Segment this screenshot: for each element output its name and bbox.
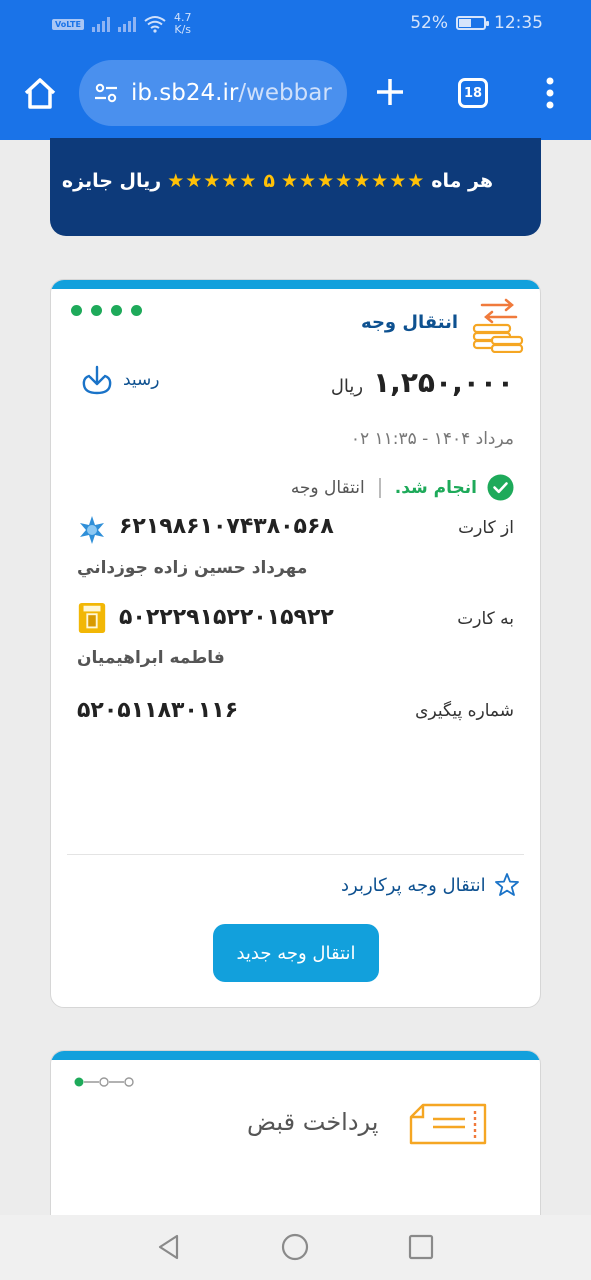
home-icon[interactable]: [20, 74, 60, 114]
from-card-number: ۶۲۱۹۸۶۱۰۷۴۳۸۰۵۶۸: [119, 514, 334, 539]
back-icon[interactable]: [155, 1233, 183, 1261]
status-separator: [378, 477, 381, 498]
tracking-number: ۵۲۰۵۱۱۸۳۰۱۱۶: [77, 698, 239, 723]
bank-logo-icon-2: [78, 602, 106, 634]
success-check-icon: [487, 474, 514, 501]
receipt-download-button[interactable]: رسید: [81, 364, 160, 396]
card-title: انتقال وجه: [361, 312, 458, 333]
address-bar[interactable]: ib.sb24.ir/webbar: [79, 60, 347, 126]
status-row: انجام شد. انتقال وجه: [291, 474, 514, 501]
status-text: انجام شد.: [394, 477, 477, 498]
amount-value: ۱,۲۵۰,۰۰۰: [373, 366, 514, 399]
network-speed: 4.7 K/s: [173, 11, 192, 36]
amount-currency: ریال: [330, 376, 364, 397]
tracking-label: شماره پیگیری: [415, 701, 514, 721]
transfer-receipt-card: انتقال وجه رسید ۱,۲۵۰,۰۰۰ ریال ۰۲ مرداد …: [50, 279, 541, 1008]
star-icon: [494, 873, 519, 896]
transaction-type: انتقال وجه: [290, 477, 365, 498]
receipt-label: رسید: [123, 370, 160, 390]
promo-banner[interactable]: هر ماه ★★★★★★★★ ۵ ★★★★★ ریال جایزه: [50, 138, 541, 236]
system-nav-bar: [0, 1215, 591, 1280]
bill-card-title: پرداخت قبض: [247, 1108, 379, 1136]
card-top-stripe-2: [51, 1051, 540, 1060]
url-text[interactable]: ib.sb24.ir/webbar: [131, 80, 332, 106]
page-dots: [71, 305, 142, 316]
bank-logo-icon: [80, 516, 104, 544]
banner-text: هر ماه ★★★★★★★★ ۵ ★★★★★ ریال جایزه: [61, 170, 493, 192]
amount: ۱,۲۵۰,۰۰۰ ریال: [331, 366, 514, 399]
site-settings-icon[interactable]: [93, 80, 119, 106]
battery-percent: 52%: [410, 13, 448, 33]
card-top-stripe: [51, 280, 540, 289]
signal-icon: [91, 16, 110, 32]
favorite-label: انتقال وجه پرکاربرد: [341, 874, 486, 896]
new-transfer-button[interactable]: انتقال وجه جدید: [213, 924, 379, 982]
clock: 12:35: [494, 13, 543, 33]
from-card-label: از کارت: [458, 518, 514, 538]
signal-icon-2: [117, 16, 136, 32]
home-circle-icon[interactable]: [281, 1233, 309, 1261]
volte-badge: VoLTE: [52, 18, 84, 30]
battery-icon: [456, 16, 489, 30]
tab-switcher-button[interactable]: 18: [458, 78, 488, 108]
card-divider: [67, 854, 524, 855]
money-transfer-icon: [472, 298, 524, 353]
to-account-name: فاطمه ابراهیمیان: [77, 648, 225, 668]
bill-icon: [409, 1103, 487, 1145]
to-card-number: ۵۰۲۲۲۹۱۵۲۲۰۱۵۹۲۲: [119, 605, 334, 630]
to-card-label: به کارت: [457, 609, 514, 629]
status-bar: VoLTE 4.7 K/s 52% 12:35: [0, 0, 591, 50]
wifi-icon: [144, 16, 166, 33]
browser-toolbar: ib.sb24.ir/webbar 18: [0, 50, 591, 140]
add-favorite-button[interactable]: انتقال وجه پرکاربرد: [341, 872, 520, 898]
recent-apps-icon[interactable]: [408, 1234, 434, 1260]
new-tab-icon[interactable]: [372, 74, 408, 110]
from-account-name: مهرداد حسين زاده جوزداني: [77, 558, 308, 578]
step-indicator: [74, 1077, 134, 1087]
more-menu-icon[interactable]: [540, 76, 560, 110]
transaction-datetime: ۰۲ مرداد ۱۴۰۴ - ۱۱:۳۵: [350, 429, 514, 449]
download-icon: [82, 365, 112, 395]
